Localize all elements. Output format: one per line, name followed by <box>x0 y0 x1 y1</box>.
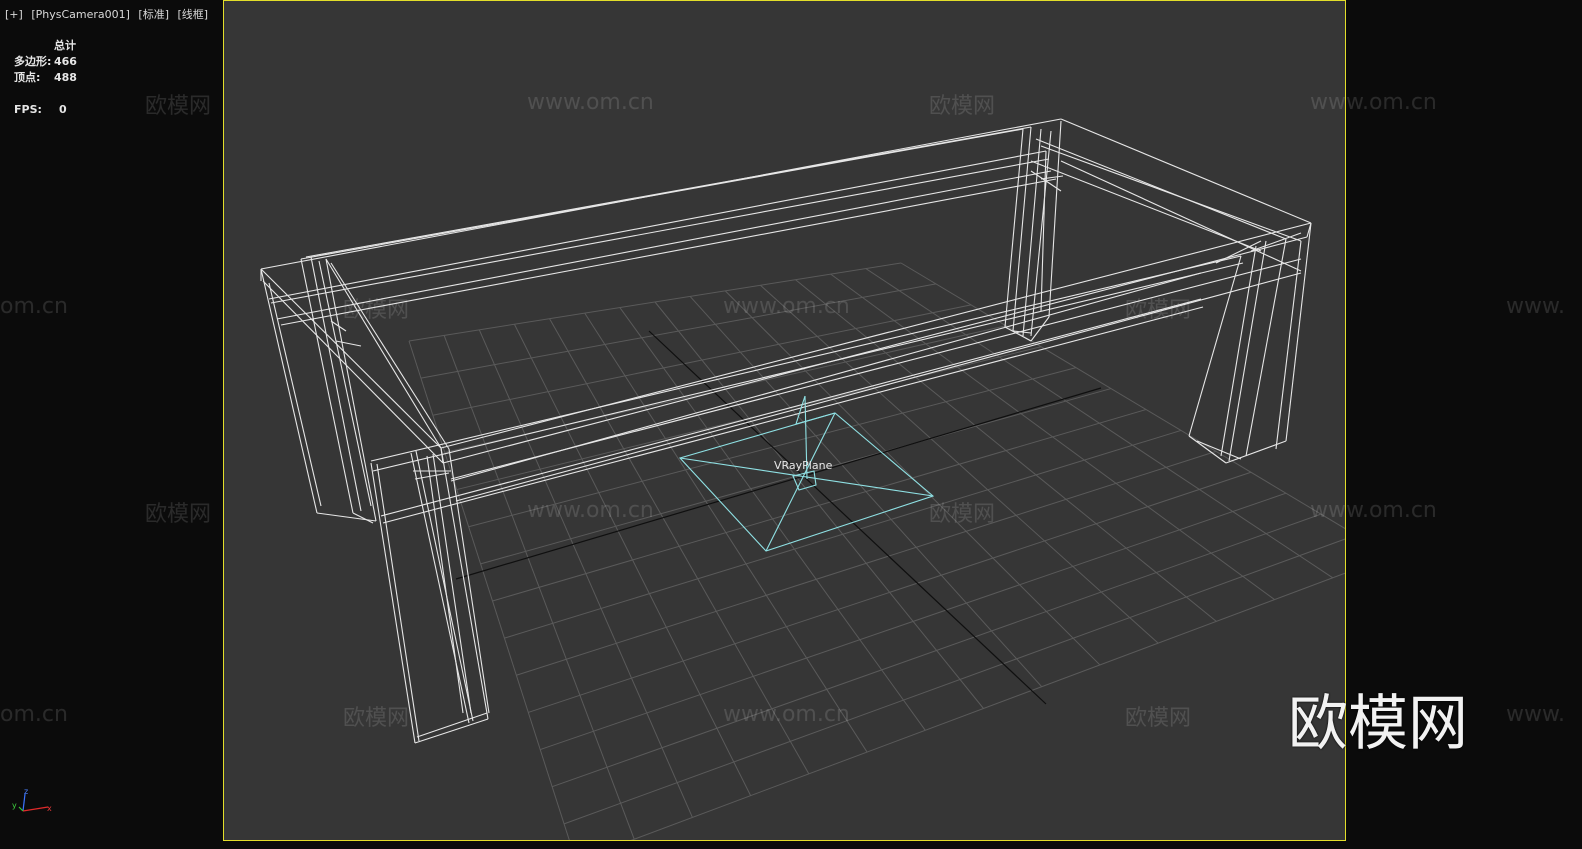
axis-x-label: x <box>47 804 52 813</box>
table-edge <box>1040 145 1302 242</box>
watermark-site-partial: om.cn <box>0 702 68 727</box>
scene-statistics: 总计 多边形: 466 顶点: 488 FPS: 0 <box>14 38 77 118</box>
table-edge <box>1030 160 1262 252</box>
table-edge <box>1035 138 1287 240</box>
table-edge <box>280 178 1057 326</box>
watermark-site-partial: www. <box>1506 294 1565 319</box>
table-edge <box>414 718 489 744</box>
table-edge <box>416 712 488 738</box>
table-edge <box>380 298 1202 517</box>
table-edge <box>325 258 377 522</box>
grid-line <box>528 471 1252 713</box>
object-name-label: VRayPlane <box>774 459 833 472</box>
fps-value: 0 <box>59 103 67 116</box>
viewport-menu-button[interactable]: [+] <box>5 8 23 21</box>
table-edge <box>268 150 1047 300</box>
table-edge <box>1060 160 1302 272</box>
table-edge <box>1040 175 1064 180</box>
brand-logo: 欧模网 <box>1288 689 1468 759</box>
table-edge <box>376 463 420 742</box>
polygons-count: 466 <box>54 55 77 68</box>
table-edge <box>1225 440 1287 464</box>
table-edge <box>1004 326 1032 342</box>
grid-line <box>795 279 1217 622</box>
polygons-label: 多边形: <box>14 55 52 68</box>
table-edge <box>1228 240 1267 462</box>
display-mode-label[interactable]: [线框] <box>178 8 209 21</box>
table-edge <box>410 452 470 724</box>
stats-total-header: 总计 <box>54 39 76 52</box>
table-edge <box>1220 245 1257 457</box>
table-edge <box>1060 118 1312 224</box>
table-edge <box>1188 435 1227 464</box>
table-edge <box>305 126 1032 258</box>
watermark-brand: 欧模网 <box>145 502 212 527</box>
table-edge <box>1030 316 1050 342</box>
table-edge <box>1196 440 1242 460</box>
shading-mode-label[interactable]: [标准] <box>138 8 169 21</box>
vertices-count: 488 <box>54 71 77 84</box>
watermark-brand: 欧模网 <box>145 94 212 119</box>
grid-line <box>408 340 570 840</box>
table-edge <box>426 455 464 714</box>
viewport-label-menu: [+] [PhysCamera001] [标准] [线框] <box>5 6 213 22</box>
grid-line <box>900 262 1345 530</box>
axis-tripod-icon: z y x <box>12 787 52 813</box>
table-edge <box>370 462 416 744</box>
watermark-site-partial: om.cn <box>0 294 68 319</box>
fps-label: FPS: <box>14 103 42 116</box>
active-viewport[interactable] <box>223 0 1346 841</box>
camera-view-label[interactable]: [PhysCamera001] <box>31 8 130 21</box>
table-edge <box>1012 126 1032 332</box>
table-wireframe <box>260 118 1312 744</box>
vertices-label: 顶点: <box>14 71 41 84</box>
grid-line <box>540 492 1287 751</box>
viewport-canvas[interactable] <box>224 1 1345 840</box>
axis-y-label: y <box>12 801 17 810</box>
table-edge <box>382 306 1204 524</box>
table-edge <box>372 262 1244 472</box>
grid-line <box>865 268 1334 579</box>
table-edge <box>260 268 318 514</box>
table-edge <box>335 340 362 347</box>
table-edge <box>310 256 362 512</box>
grid-line <box>563 538 1345 825</box>
table-edge <box>414 472 450 480</box>
vrayplane-wireframe <box>678 395 935 552</box>
grid-line <box>551 513 1322 788</box>
watermark-site-partial: www. <box>1506 702 1565 727</box>
table-edge <box>300 128 1024 260</box>
axis-z-label: z <box>24 787 28 796</box>
table-edge <box>455 272 1302 502</box>
table-edge <box>1188 255 1242 437</box>
